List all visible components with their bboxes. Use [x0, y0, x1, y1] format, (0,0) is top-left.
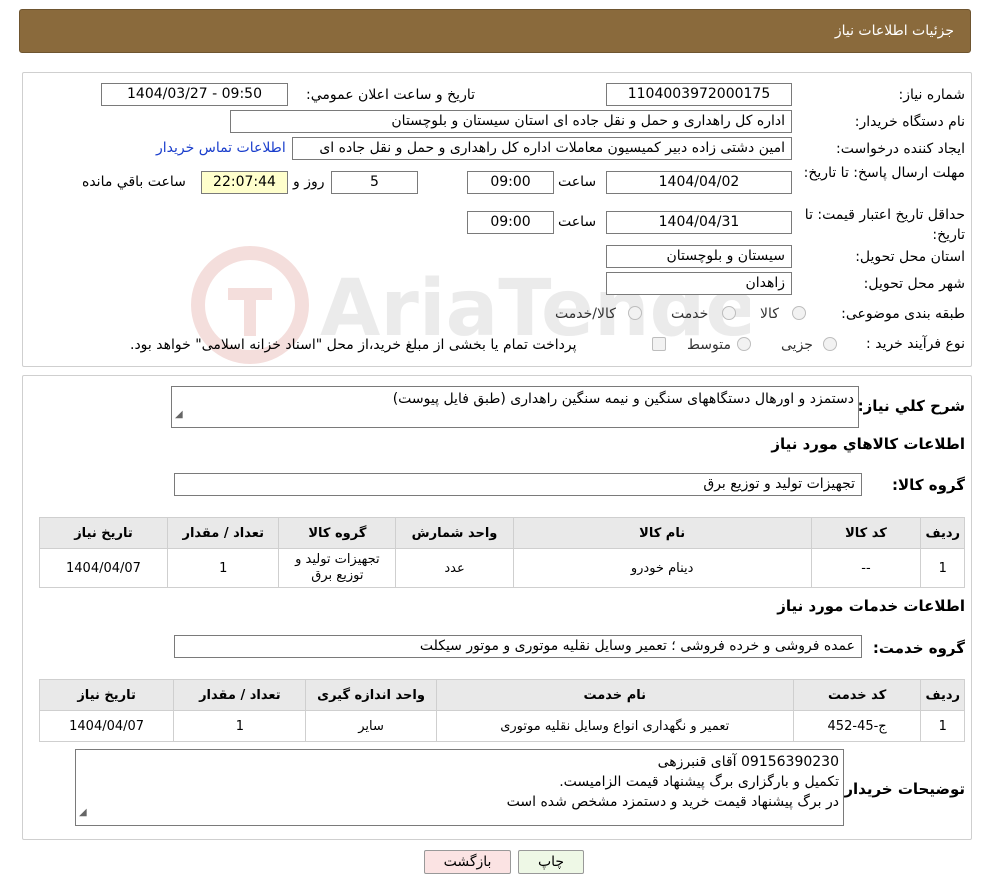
cell-qty: 1 — [173, 710, 307, 742]
need-number-label: شماره نیاز: — [898, 87, 966, 103]
need-number-field: 1104003972000175 — [606, 83, 792, 106]
goods-section-title: اطلاعات کالاهاي مورد نياز — [771, 435, 965, 453]
purchase-radio-minor[interactable] — [823, 337, 837, 351]
validity-time-label: ساعت — [558, 214, 597, 230]
day-and-label: روز و — [293, 174, 325, 190]
province-field: سیستان و بلوچستان — [606, 245, 792, 268]
col-code: کد کالا — [810, 517, 922, 549]
category-option-service: خدمت — [671, 306, 709, 322]
col-code: کد خدمت — [792, 679, 922, 711]
col-date: تاريخ نياز — [39, 517, 168, 549]
buyer-org-field: اداره کل راهداری و حمل و نقل جاده ای است… — [230, 110, 792, 133]
cell-code: -- — [810, 548, 922, 588]
category-label: طبقه بندی موضوعی: — [841, 306, 965, 322]
cell-qty: 1 — [166, 548, 280, 588]
purchase-radio-medium[interactable] — [737, 337, 751, 351]
services-table: رديف کد خدمت نام خدمت واحد اندازه گيری ت… — [38, 679, 965, 742]
col-qty: تعداد / مقدار — [166, 517, 280, 549]
buyer-contact-link[interactable]: اطلاعات تماس خریدار — [156, 140, 286, 156]
goods-table: رديف کد کالا نام کالا واحد شمارش گروه کا… — [39, 517, 965, 588]
purchase-option-minor: جزیی — [781, 337, 813, 353]
category-option-goods-service: کالا/خدمت — [555, 306, 616, 322]
col-row: رديف — [920, 679, 965, 711]
announce-datetime-label: تاریخ و ساعت اعلان عمومي: — [306, 87, 475, 103]
col-name: نام خدمت — [435, 679, 794, 711]
buyer-notes-line: در برگ پیشنهاد قیمت خرید و دستمزد مشخص ش… — [506, 794, 839, 810]
delivery-province-label: استان محل تحويل: — [855, 249, 965, 265]
category-radio-goods-service[interactable] — [628, 306, 642, 320]
purchase-note: پرداخت تمام یا بخشی از مبلغ خرید،از محل … — [130, 337, 577, 353]
print-button[interactable]: چاپ — [518, 850, 584, 874]
buyer-notes-label: توضيحات خريدار: — [838, 780, 965, 798]
delivery-city-label: شهر محل تحويل: — [863, 276, 965, 292]
goods-table-header: رديف کد کالا نام کالا واحد شمارش گروه کا… — [39, 517, 965, 549]
cell-name: تعمیر و نگهداری انواع وسایل نقلیه موتوری — [435, 710, 794, 742]
cell-date: 1404/04/07 — [38, 710, 175, 742]
purchase-treasury-check[interactable] — [652, 337, 666, 351]
reply-date-field: 1404/04/02 — [606, 171, 792, 194]
description-textarea[interactable]: دستمزد و اورهال دستگاههای سنگین و نیمه س… — [171, 386, 859, 428]
col-date: تاريخ نياز — [38, 679, 175, 711]
col-unit: واحد اندازه گيری — [305, 679, 437, 711]
days-field: 5 — [331, 171, 418, 194]
buyer-notes-line: 09156390230 آقای قنبرزهی — [657, 754, 839, 770]
purchase-type-label: نوع فرآيند خريد : — [866, 336, 965, 352]
category-option-goods: کالا — [760, 306, 779, 322]
table-row: 1 ج-45-452 تعمیر و نگهداری انواع وسایل ن… — [38, 710, 965, 742]
purchase-option-medium: متوسط — [687, 337, 731, 353]
col-row: رديف — [920, 517, 965, 549]
remaining-label: ساعت باقي مانده — [82, 174, 186, 190]
cell-date: 1404/04/07 — [39, 548, 168, 588]
buyer-notes-textarea[interactable]: 09156390230 آقای قنبرزهی تکمیل و بارگزار… — [75, 749, 844, 826]
description-text: دستمزد و اورهال دستگاههای سنگین و نیمه س… — [392, 391, 854, 407]
validity-date-field: 1404/04/31 — [606, 211, 792, 234]
cell-name: دینام خودرو — [512, 548, 812, 588]
cell-code: ج-45-452 — [792, 710, 922, 742]
col-group: گروه کالا — [278, 517, 397, 549]
resize-handle-icon[interactable]: ◢ — [79, 803, 87, 823]
buyer-notes-line: تکمیل و بارگزاری برگ پیشنهاد قیمت الزامی… — [559, 774, 839, 790]
category-radio-service[interactable] — [722, 306, 736, 320]
cell-unit: عدد — [395, 548, 514, 588]
cell-row: 1 — [920, 710, 965, 742]
cell-group: تجهیزات تولید و توزیع برق — [278, 548, 397, 588]
services-table-header: رديف کد خدمت نام خدمت واحد اندازه گيری ت… — [38, 679, 965, 711]
description-label: شرح کلي نياز: — [857, 397, 965, 415]
validity-time-field: 09:00 — [467, 211, 554, 234]
services-section-title: اطلاعات خدمات مورد نياز — [777, 597, 965, 615]
reply-time-label: ساعت — [558, 174, 597, 190]
page-header: جزئیات اطلاعات نیاز — [19, 9, 971, 53]
page-title: جزئیات اطلاعات نیاز — [834, 23, 954, 39]
announce-datetime-field: 1404/03/27 - 09:50 — [101, 83, 288, 106]
col-name: نام کالا — [512, 517, 812, 549]
reply-deadline-label: مهلت ارسال پاسخ: تا تاريخ: — [803, 165, 965, 181]
back-button[interactable]: بازگشت — [424, 850, 511, 874]
category-radio-goods[interactable] — [792, 306, 806, 320]
col-unit: واحد شمارش — [395, 517, 514, 549]
table-row: 1 -- دینام خودرو عدد تجهیزات تولید و توز… — [39, 548, 965, 588]
resize-handle-icon[interactable]: ◢ — [175, 405, 183, 425]
requester-field: امین دشتی زاده دبیر کمیسیون معاملات ادار… — [292, 137, 792, 160]
cell-row: 1 — [920, 548, 965, 588]
services-group-label: گروه خدمت: — [872, 639, 965, 657]
buyer-org-label: نام دستگاه خريدار: — [854, 114, 965, 130]
services-group-field: عمده فروشی و خرده فروشی ؛ تعمیر وسایل نق… — [174, 635, 862, 658]
city-field: زاهدان — [606, 272, 792, 295]
requester-label: ايجاد کننده درخواست: — [836, 141, 965, 157]
col-qty: تعداد / مقدار — [173, 679, 307, 711]
remaining-timer: 22:07:44 — [201, 171, 288, 194]
goods-group-label: گروه کالا: — [892, 476, 965, 494]
reply-time-field: 09:00 — [467, 171, 554, 194]
goods-group-field: تجهیزات تولید و توزیع برق — [174, 473, 862, 496]
price-validity-label: حداقل تاريخ اعتبار قيمت: تا تاريخ: — [804, 207, 965, 243]
cell-unit: سایر — [305, 710, 437, 742]
